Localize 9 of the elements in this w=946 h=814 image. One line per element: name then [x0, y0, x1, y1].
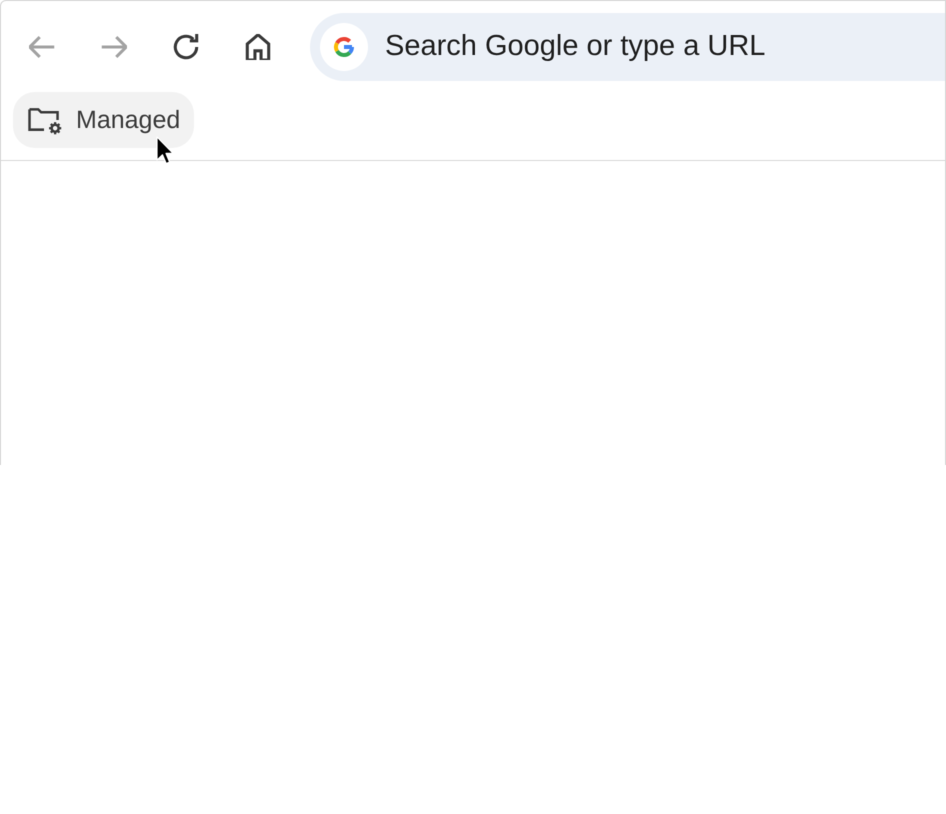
g-logo-icon — [320, 22, 368, 70]
right-arrow-icon — [101, 34, 127, 60]
left-arrow-icon — [29, 34, 55, 60]
reload-icon — [173, 34, 199, 60]
mouse-pointer-icon — [156, 136, 175, 166]
address-bar[interactable]: Search Google or type a URL — [310, 12, 945, 80]
bookmark-folder[interactable]: Managed — [13, 92, 194, 148]
folder-gear-icon — [27, 106, 62, 134]
home-icon — [245, 34, 271, 60]
